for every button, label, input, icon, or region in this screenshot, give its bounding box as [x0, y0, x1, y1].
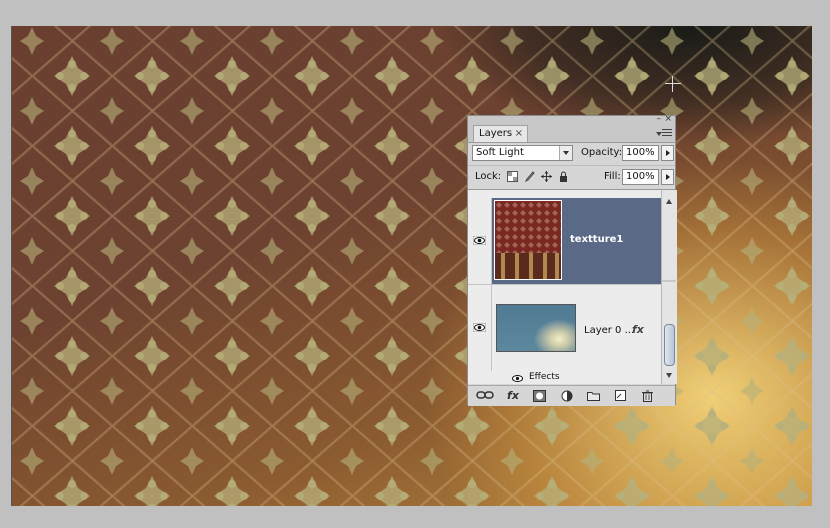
- tab-close-icon[interactable]: ×: [515, 126, 523, 142]
- layer-name: Layer 0 ...: [584, 325, 635, 336]
- link-layers-icon[interactable]: [476, 390, 494, 402]
- panel-bottom-toolbar: fx: [468, 385, 675, 406]
- layer-name: textture1: [570, 234, 624, 245]
- chevron-down-icon[interactable]: [559, 146, 572, 160]
- lock-position-icon[interactable]: [541, 171, 552, 182]
- scroll-up-icon[interactable]: [666, 196, 672, 204]
- adjustment-layer-icon[interactable]: [560, 390, 574, 402]
- crosshair-icon: [665, 76, 681, 92]
- blend-mode-select[interactable]: Soft Light: [472, 145, 573, 161]
- effects-row[interactable]: Effects: [492, 372, 661, 384]
- new-layer-icon[interactable]: [614, 390, 628, 402]
- layer-thumbnail: [494, 200, 562, 280]
- eye-icon[interactable]: [473, 236, 486, 245]
- close-icon[interactable]: ×: [664, 115, 672, 124]
- opacity-input[interactable]: 100%: [622, 145, 659, 161]
- layer-row-layer0[interactable]: Layer 0 ... fx: [468, 284, 661, 371]
- scrollbar-divider: [662, 280, 676, 282]
- eye-icon[interactable]: [512, 374, 523, 385]
- layer-effects-icon[interactable]: fx: [632, 323, 644, 336]
- visibility-column: [468, 198, 492, 284]
- scrollbar-thumb[interactable]: [664, 324, 675, 366]
- trash-icon[interactable]: [640, 390, 654, 402]
- fill-slider-button[interactable]: [661, 169, 674, 185]
- blend-opacity-row: Soft Light Opacity: 100%: [468, 143, 675, 166]
- layers-panel[interactable]: – × Layers × Soft Light Opacity: 100% Lo…: [467, 115, 677, 406]
- add-layer-style-icon[interactable]: fx: [504, 390, 522, 402]
- blend-mode-value: Soft Light: [476, 147, 524, 158]
- tab-layers-label: Layers: [479, 128, 513, 139]
- panel-title-bar[interactable]: – ×: [468, 115, 675, 125]
- lock-label: Lock:: [475, 171, 502, 182]
- opacity-slider-button[interactable]: [661, 145, 674, 161]
- fill-input[interactable]: 100%: [622, 169, 659, 185]
- eye-icon[interactable]: [473, 323, 486, 332]
- lock-fill-row: Lock: Fill: 100%: [468, 166, 675, 190]
- add-mask-icon[interactable]: [532, 390, 546, 402]
- layers-list: textture1 Layer 0 ... fx Effects: [468, 190, 661, 384]
- document-canvas[interactable]: [11, 26, 812, 506]
- lock-all-icon[interactable]: [558, 171, 569, 182]
- minimize-icon[interactable]: –: [657, 115, 662, 124]
- layer-body[interactable]: Layer 0 ... fx: [492, 285, 661, 371]
- layer-row-textture1[interactable]: textture1: [468, 198, 661, 284]
- panel-menu-icon[interactable]: [656, 129, 672, 139]
- fill-label: Fill:: [604, 171, 621, 182]
- tab-layers[interactable]: Layers ×: [473, 125, 528, 142]
- opacity-label: Opacity:: [581, 147, 623, 158]
- lock-transparent-pixels-icon[interactable]: [507, 171, 518, 182]
- layers-scrollbar[interactable]: [661, 190, 677, 384]
- panel-tab-row: Layers ×: [468, 125, 675, 143]
- layer-thumbnail: [496, 304, 576, 352]
- damask-pattern: [12, 26, 812, 506]
- lock-image-pixels-icon[interactable]: [524, 171, 535, 183]
- scroll-down-icon[interactable]: [666, 373, 672, 381]
- layer-body-selected[interactable]: textture1: [492, 198, 661, 284]
- effects-label: Effects: [529, 372, 560, 382]
- visibility-column: [468, 285, 492, 371]
- new-group-icon[interactable]: [586, 390, 600, 402]
